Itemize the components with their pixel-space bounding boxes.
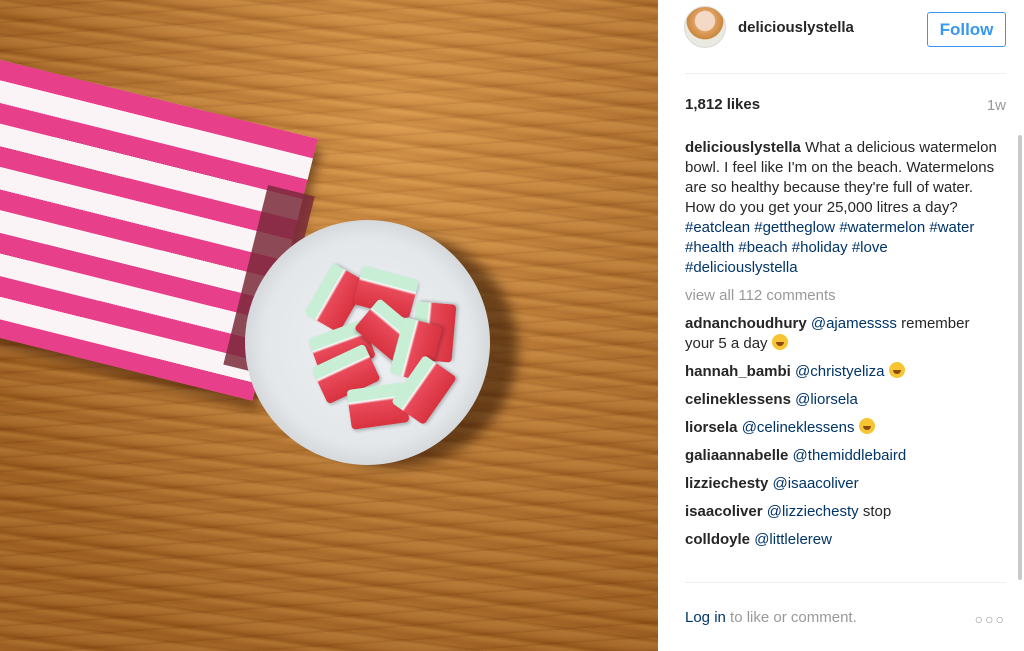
avatar[interactable] — [684, 6, 726, 48]
comment: colldoyle @littlelerew — [685, 530, 999, 550]
comment: adnanchoudhury @ajamessss remember your … — [685, 314, 999, 354]
comment-username[interactable]: celineklessens — [685, 391, 791, 408]
comment-mention[interactable]: @ajamessss — [811, 315, 897, 332]
comment-username[interactable]: isaacoliver — [685, 503, 763, 520]
comment: lizziechesty @isaacoliver — [685, 474, 999, 494]
hashtag-link[interactable]: #eatclean — [685, 219, 750, 236]
laughing-tears-emoji-icon — [858, 418, 875, 434]
comment-mention[interactable]: @isaacoliver — [773, 475, 859, 492]
login-prompt: Log in to like or comment. — [685, 609, 857, 626]
comment: hannah_bambi @christyeliza — [685, 362, 999, 382]
post-photo[interactable] — [0, 0, 658, 651]
post-age[interactable]: 1w — [987, 97, 1006, 114]
comment-mention[interactable]: @celineklessens — [742, 419, 855, 436]
comment-mention[interactable]: @littlelerew — [754, 531, 832, 548]
footer-divider — [685, 582, 1006, 583]
comment-username[interactable]: lizziechesty — [685, 475, 768, 492]
comment-mention[interactable]: @christyeliza — [795, 363, 884, 380]
comment-mention[interactable]: @liorsela — [795, 391, 858, 408]
comment-mention[interactable]: @lizziechesty — [767, 503, 859, 520]
like-count[interactable]: 1,812 likes — [685, 96, 760, 113]
comment: isaacoliver @lizziechesty stop — [685, 502, 999, 522]
comment: celineklessens @liorsela — [685, 390, 999, 410]
view-all-comments-link[interactable]: view all 112 comments — [685, 286, 999, 306]
comment-username[interactable]: colldoyle — [685, 531, 750, 548]
follow-button[interactable]: Follow — [927, 12, 1006, 47]
hashtag-link[interactable]: #gettheglow — [754, 219, 835, 236]
login-link[interactable]: Log in — [685, 609, 726, 626]
comment: galiaannabelle @themiddlebaird — [685, 446, 999, 466]
comment-username[interactable]: hannah_bambi — [685, 363, 791, 380]
comment-text: stop — [862, 503, 892, 520]
comments-list: deliciouslystella What a delicious water… — [685, 138, 999, 558]
comment: liorsela @celineklessens — [685, 418, 999, 438]
post-header: deliciouslystella Follow — [658, 0, 1024, 74]
hashtag-link[interactable]: #love — [852, 239, 888, 256]
comment-mention[interactable]: @themiddlebaird — [793, 447, 907, 464]
comment-username[interactable]: adnanchoudhury — [685, 315, 807, 332]
more-options-icon[interactable]: ○○○ — [975, 611, 1006, 627]
hashtag-link[interactable]: #deliciouslystella — [685, 259, 798, 276]
hashtag-link[interactable]: #health — [685, 239, 734, 256]
comments-scrollbar[interactable] — [1018, 135, 1022, 580]
caption-username[interactable]: deliciouslystella — [685, 139, 801, 156]
candy-bowl — [245, 220, 490, 465]
header-divider — [685, 73, 1006, 74]
hashtag-link[interactable]: #holiday — [792, 239, 848, 256]
post-username[interactable]: deliciouslystella — [738, 19, 854, 36]
caption: deliciouslystella What a delicious water… — [685, 138, 999, 278]
laughing-tears-emoji-icon — [888, 362, 905, 378]
hashtag-link[interactable]: #water — [929, 219, 974, 236]
laughing-tears-emoji-icon — [771, 334, 788, 350]
comment-username[interactable]: liorsela — [685, 419, 738, 436]
comment-username[interactable]: galiaannabelle — [685, 447, 788, 464]
login-prompt-text: to like or comment. — [730, 609, 857, 626]
hashtag-link[interactable]: #beach — [738, 239, 787, 256]
post-sidebar: deliciouslystella Follow 1,812 likes 1w … — [658, 0, 1024, 651]
hashtag-link[interactable]: #watermelon — [839, 219, 925, 236]
